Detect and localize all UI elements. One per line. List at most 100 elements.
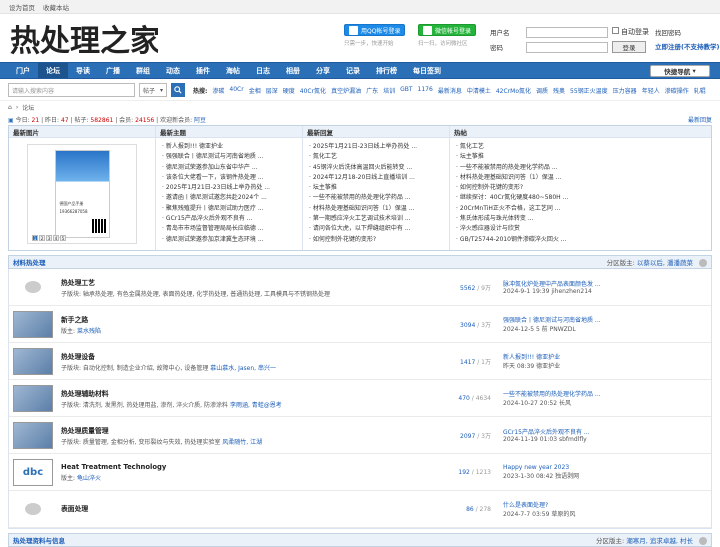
hot-search-item[interactable]: 轧辊	[694, 86, 706, 95]
forum-thumb-icon[interactable]	[13, 384, 53, 412]
nav-item-1[interactable]: 论坛	[38, 63, 68, 78]
welcome-member-link[interactable]: 阿豆	[194, 117, 206, 124]
pager-dot[interactable]: 5	[60, 235, 66, 241]
nav-item-8[interactable]: 日志	[248, 63, 278, 78]
login-button[interactable]: 登录	[612, 41, 646, 53]
list-item[interactable]: 请问各位大虎，以下焊缝组织中有 ...	[309, 224, 445, 234]
hot-search-item[interactable]: 42CrMo氮化	[496, 86, 531, 95]
pager-dot[interactable]: 3	[46, 235, 52, 241]
list-item[interactable]: 德尼测试荣邀参加京津冀生态环境 ...	[162, 235, 298, 245]
list-item[interactable]: 如何控制外花键的变形?	[309, 235, 445, 245]
forum-name[interactable]: 新手之路	[61, 314, 431, 324]
list-item[interactable]: 坛主筝推	[456, 152, 707, 162]
list-item[interactable]: 氮化工艺	[309, 152, 445, 162]
forum-name[interactable]: 表面处理	[61, 503, 431, 513]
hot-search-item[interactable]: 1176	[418, 86, 433, 95]
list-item[interactable]: 新人报到!!! 德亚护业	[162, 142, 298, 152]
search-input[interactable]: 请输入搜索内容	[8, 83, 135, 97]
nav-item-13[interactable]: 每日签到	[405, 63, 449, 78]
nav-item-10[interactable]: 分享	[308, 63, 338, 78]
nav-item-5[interactable]: 动态	[158, 63, 188, 78]
set-home-link[interactable]: 设为首页	[9, 2, 35, 12]
bookmark-link[interactable]: 收藏本站	[43, 2, 69, 12]
list-item[interactable]: 45钢淬火后洗体高温回火后能转变 ...	[309, 163, 445, 173]
hot-search-item[interactable]: 渗碳操作	[665, 86, 689, 95]
forum-thumb-icon[interactable]	[13, 421, 53, 449]
pager-dot[interactable]: 2	[39, 235, 45, 241]
list-item[interactable]: 焦氏体形成与珠光体转变 ...	[456, 214, 707, 224]
pager-dot[interactable]: 4	[53, 235, 59, 241]
nav-item-3[interactable]: 广播	[98, 63, 128, 78]
quick-nav-button[interactable]: 快捷导航 ▾	[650, 65, 710, 77]
nav-item-0[interactable]: 门户	[8, 63, 38, 78]
list-item[interactable]: 材料热处理基础知识问答（1）保温 ...	[456, 173, 707, 183]
hot-search-item[interactable]: 40Cr氮化	[300, 86, 326, 95]
forum-name[interactable]: 热处理设备	[61, 351, 431, 361]
nav-item-12[interactable]: 排行榜	[368, 63, 405, 78]
list-item[interactable]: 青岛市市场监督管理局局长应临德 ...	[162, 224, 298, 234]
section-title[interactable]: 材料热处理	[13, 257, 46, 267]
nav-item-9[interactable]: 相册	[278, 63, 308, 78]
list-item[interactable]: GB/T25744-2010钢件渗碳淬火回火 ...	[456, 235, 707, 245]
list-item[interactable]: 德尼测试荣邀参加山东省中华产 ...	[162, 163, 298, 173]
list-item[interactable]: 一些不能被禁用的热处理化学药品 ...	[309, 193, 445, 203]
forum-name[interactable]: 热处理质量管理	[61, 425, 431, 435]
forum-logo-icon[interactable]: dbc	[13, 458, 53, 486]
forum-name[interactable]: 热处理辅助材料	[61, 388, 431, 398]
hot-search-item[interactable]: 最新消息	[438, 86, 462, 95]
list-item[interactable]: 氮化工艺	[456, 142, 707, 152]
nav-item-11[interactable]: 记录	[338, 63, 368, 78]
latest-image-slide[interactable]: 德国产品手册 19366287058 12345	[27, 144, 137, 244]
list-item[interactable]: GCr15产品淬火后外观不良有 ...	[162, 214, 298, 224]
list-item[interactable]: 该条位大佬看一下，该钢件热处理 ...	[162, 173, 298, 183]
hot-search-item[interactable]: GBT	[400, 86, 412, 95]
password-input[interactable]	[526, 41, 608, 53]
search-type-select[interactable]: 帖子 ▾	[139, 83, 167, 97]
wechat-login-button[interactable]: 微信帐号登录	[418, 24, 477, 36]
collapse-icon[interactable]	[699, 537, 707, 545]
list-item[interactable]: 2025年1月21日-23日线上举办热处 ...	[309, 142, 445, 152]
section-title[interactable]: 热处理资料与信息	[13, 535, 65, 545]
hot-search-item[interactable]: 调质	[536, 86, 548, 95]
list-item[interactable]: 第一期感应淬火工艺调试技术培训 ...	[309, 214, 445, 224]
hot-search-item[interactable]: 压力容器	[613, 86, 637, 95]
list-item[interactable]: 强强联合丨德尼测试与河南省地质 ...	[162, 152, 298, 162]
list-item[interactable]: 2024年12月18-20日线上直播培训 ...	[309, 173, 445, 183]
latest-reply-link[interactable]: 最新回复	[688, 115, 712, 124]
hot-search-item[interactable]: 培训	[383, 86, 395, 95]
list-item[interactable]: 20CrMnTiH正火不合格，这工艺同 ...	[456, 204, 707, 214]
auto-login-checkbox[interactable]: 自动登录	[612, 27, 649, 37]
list-item[interactable]: 淬火感应器设计与欣赏	[456, 224, 707, 234]
home-icon[interactable]: ⌂	[8, 104, 12, 111]
site-logo[interactable]: 热处理之家	[8, 19, 158, 61]
list-item[interactable]: 继续探讨：40Cr氮化硬度480~580H ...	[456, 193, 707, 203]
register-link[interactable]: 立即注册(不支持教学)	[655, 40, 719, 54]
list-item[interactable]: 坛主筝推	[309, 183, 445, 193]
list-item[interactable]: 材料热处理基础知识问答（1）保温 ...	[309, 204, 445, 214]
nav-item-4[interactable]: 群组	[128, 63, 158, 78]
hot-search-item[interactable]: 金相	[249, 86, 261, 95]
pager-dot[interactable]: 1	[32, 235, 38, 241]
hot-search-item[interactable]: 年轻人	[642, 86, 660, 95]
hot-search-item[interactable]: 40Cr	[229, 86, 243, 95]
forum-thumb-icon[interactable]	[13, 347, 53, 375]
forum-name[interactable]: Heat Treatment Technology	[61, 463, 431, 471]
hot-search-item[interactable]: 残奥	[553, 86, 565, 95]
qq-login-button[interactable]: 用QQ帐号登录	[344, 24, 406, 36]
hot-search-item[interactable]: 55钢正火温度	[570, 86, 608, 95]
forgot-password-link[interactable]: 找回密码	[655, 26, 719, 40]
hot-search-item[interactable]: 真空炉漏油	[331, 86, 361, 95]
nav-item-6[interactable]: 插件	[188, 63, 218, 78]
list-item[interactable]: 聚焦残殖提升丨德尼测试助力医疗 ...	[162, 204, 298, 214]
nav-item-2[interactable]: 导读	[68, 63, 98, 78]
username-input[interactable]	[526, 26, 608, 38]
breadcrumb-forum[interactable]: 论坛	[22, 103, 34, 112]
hot-search-item[interactable]: 层深	[266, 86, 278, 95]
hot-search-item[interactable]: 硬度	[283, 86, 295, 95]
forum-thumb-icon[interactable]	[13, 310, 53, 338]
nav-item-7[interactable]: 海帖	[218, 63, 248, 78]
hot-search-item[interactable]: 渗碳	[212, 86, 224, 95]
hot-search-item[interactable]: 中清模土	[467, 86, 491, 95]
list-item[interactable]: 2025年1月21日-23日线上举办热处 ...	[162, 183, 298, 193]
search-button[interactable]	[171, 83, 185, 97]
